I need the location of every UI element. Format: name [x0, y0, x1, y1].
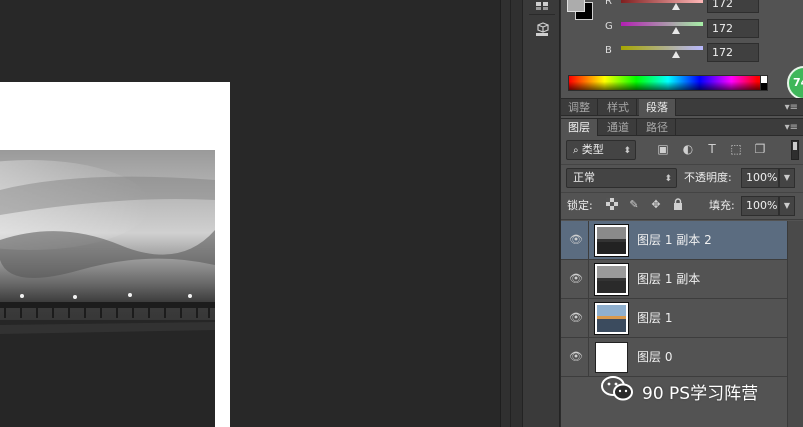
checkerboard-icon[interactable] [605, 198, 619, 212]
blue-slider-thumb[interactable] [672, 51, 681, 58]
tab-layers[interactable]: 图层 [561, 119, 598, 136]
filter-toggle-switch[interactable] [791, 140, 799, 160]
smart-object-filter-icon[interactable]: ❐ [752, 141, 768, 157]
move-icon[interactable]: ✥ [649, 198, 663, 212]
strip-separator [529, 14, 555, 15]
eye-icon[interactable]: 👁 [569, 351, 583, 363]
watermark: 90 PS学习阵营 [600, 375, 759, 408]
green-slider[interactable] [621, 22, 703, 26]
opacity-label: 不透明度: [684, 171, 732, 184]
collapsed-panel-strip [522, 0, 560, 427]
document-canvas[interactable] [0, 0, 500, 427]
layer-name[interactable]: 图层 1 副本 [637, 260, 700, 299]
layer-list: 👁 图层 1 副本 2 👁 图层 1 副本 👁 图层 1 👁 图层 0 [561, 221, 787, 381]
layer-row[interactable]: 👁 图层 1 副本 2 [561, 221, 787, 260]
green-slider-thumb[interactable] [672, 27, 681, 34]
tab-paths[interactable]: 路径 [639, 119, 676, 136]
type-filter-icon[interactable]: T [704, 141, 720, 157]
filter-row: ⌕ 类型 ⬍ ▣ ◐ T ⬚ ❐ [561, 137, 803, 165]
eye-column-divider [588, 221, 589, 260]
eye-column-divider [588, 299, 589, 338]
eye-column-divider [588, 260, 589, 299]
blend-row: 正常 ⬍ 不透明度: 100% ▼ [561, 164, 803, 192]
layer-filter-select[interactable]: ⌕ 类型 ⬍ [566, 140, 636, 160]
eye-column-divider [588, 338, 589, 377]
tab-styles[interactable]: 样式 [600, 99, 637, 116]
chevron-updown-icon: ⬍ [623, 146, 631, 156]
tab-channels[interactable]: 通道 [600, 119, 637, 136]
watermark-text: 90 PS学习阵营 [642, 383, 759, 404]
3d-cube-icon[interactable] [532, 20, 552, 40]
red-channel-label: R [605, 0, 612, 7]
foreground-color-swatch[interactable] [567, 0, 585, 12]
image-filter-icon[interactable]: ▣ [655, 141, 671, 157]
shape-filter-icon[interactable]: ⬚ [728, 141, 744, 157]
pier-photo [0, 150, 215, 427]
layer-name[interactable]: 图层 1 副本 2 [637, 221, 712, 260]
layer-row[interactable]: 👁 图层 0 [561, 338, 787, 377]
search-icon: ⌕ [573, 145, 582, 156]
layer-thumbnail [595, 342, 628, 373]
tab-paragraph[interactable]: 段落 [639, 99, 676, 116]
color-panel: R 172 G 172 B 172 [561, 0, 803, 98]
eye-icon[interactable]: 👁 [569, 273, 583, 285]
blue-slider[interactable] [621, 46, 703, 50]
green-value-field[interactable]: 172 [707, 19, 759, 38]
red-slider-thumb[interactable] [672, 3, 681, 10]
blue-value-field[interactable]: 172 [707, 43, 759, 62]
red-value-field[interactable]: 172 [707, 0, 759, 13]
chevron-updown-icon: ⬍ [664, 174, 672, 184]
panel-menu-icon[interactable]: ▾≡ [785, 99, 798, 116]
lock-row: 锁定: ✎ ✥ 填充: 100% ▼ [561, 192, 803, 220]
layer-row[interactable]: 👁 图层 1 [561, 299, 787, 338]
wechat-icon [600, 375, 636, 408]
layers-tab-bar: 图层 通道 路径 ▾≡ [561, 118, 803, 136]
green-channel-label: G [605, 21, 613, 32]
layer-name[interactable]: 图层 1 [637, 299, 672, 338]
eye-icon[interactable]: 👁 [569, 234, 583, 246]
layer-row[interactable]: 👁 图层 1 副本 [561, 260, 787, 299]
layer-thumbnail [594, 302, 629, 335]
fill-dropdown-icon[interactable]: ▼ [779, 196, 795, 216]
blend-mode-value: 正常 [573, 171, 595, 184]
tab-adjustments[interactable]: 调整 [561, 99, 598, 116]
fill-label: 填充: [709, 199, 735, 212]
adjustment-filter-icon[interactable]: ◐ [680, 141, 696, 157]
blend-mode-select[interactable]: 正常 ⬍ [566, 168, 677, 188]
color-spectrum-ramp[interactable] [568, 75, 768, 91]
filter-kind-label: 类型 [581, 143, 604, 156]
panel-gutter [500, 0, 522, 427]
lock-icon[interactable] [671, 198, 685, 212]
fill-input[interactable]: 100% [741, 196, 779, 216]
layer-name[interactable]: 图层 0 [637, 338, 672, 377]
opacity-input[interactable]: 100% [741, 168, 779, 188]
layers-scrollbar[interactable] [787, 221, 803, 427]
brush-icon[interactable]: ✎ [627, 198, 641, 212]
black-white-swatch[interactable] [760, 75, 768, 91]
layer-thumbnail [594, 224, 629, 257]
opacity-dropdown-icon[interactable]: ▼ [779, 168, 795, 188]
adjustments-tab-bar: 调整 样式 段落 ▾≡ [561, 98, 803, 116]
eye-icon[interactable]: 👁 [569, 312, 583, 324]
lock-label: 锁定: [567, 199, 593, 212]
panel-divider [510, 0, 511, 427]
blue-channel-label: B [605, 45, 612, 56]
layer-thumbnail [594, 263, 629, 296]
layers-panel-menu-icon[interactable]: ▾≡ [785, 119, 798, 136]
red-slider[interactable] [621, 0, 703, 3]
right-panel-column: R 172 G 172 B 172 74 调整 样式 段落 ▾≡ 图层 通道 路… [561, 0, 803, 427]
